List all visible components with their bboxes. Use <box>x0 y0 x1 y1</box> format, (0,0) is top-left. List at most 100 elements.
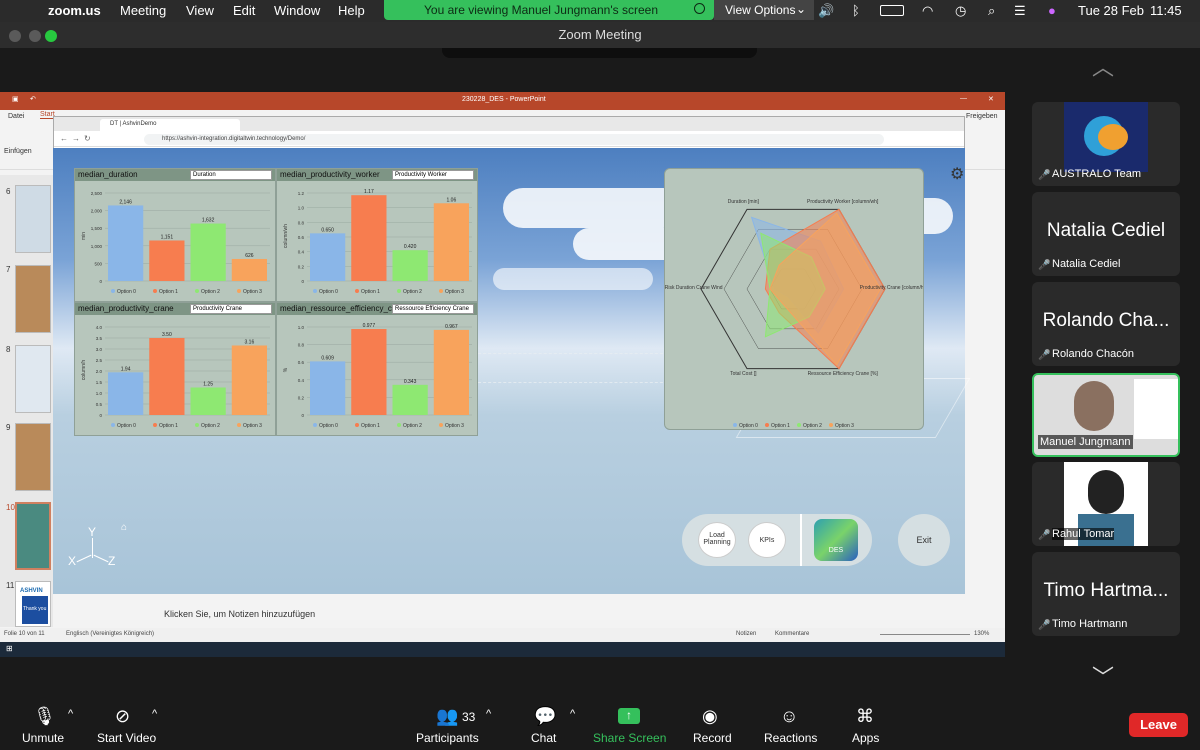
chart-dropdown[interactable]: Duration <box>190 170 272 180</box>
zoom-level[interactable]: 130% <box>974 631 989 637</box>
reactions-button[interactable]: Reactions <box>764 731 817 745</box>
share-ppt-button[interactable]: Freigeben <box>966 113 998 120</box>
slide-thumb[interactable] <box>15 265 51 333</box>
share-screen-icon[interactable]: ↑ <box>618 708 640 724</box>
comments-button[interactable]: Kommentare <box>775 631 809 637</box>
spotlight-icon[interactable]: ⌕ <box>988 3 995 19</box>
slide-thumb[interactable] <box>15 185 51 253</box>
chat-button[interactable]: Chat <box>531 731 556 745</box>
menu-meeting[interactable]: Meeting <box>120 3 166 18</box>
bluetooth-icon[interactable]: ᛒ <box>852 3 860 18</box>
undo-icon[interactable]: ↶ <box>30 95 36 103</box>
windows-start-icon[interactable]: ⊞ <box>6 644 13 653</box>
participant-tile[interactable]: Natalia Cediel 🎤 Natalia Cediel <box>1032 192 1180 276</box>
video-options-chevron-icon[interactable]: ^ <box>152 708 157 720</box>
fullscreen-window-button[interactable] <box>45 30 57 42</box>
slide-thumb[interactable] <box>15 345 51 413</box>
data-label: 626 <box>245 253 254 259</box>
participant-name: Rahul Tomar <box>1052 528 1115 540</box>
language-status[interactable]: Englisch (Vereinigtes Königreich) <box>66 631 154 637</box>
tab-datei[interactable]: Datei <box>8 113 24 120</box>
participants-icon[interactable]: 👥 <box>436 706 458 727</box>
control-center-icon[interactable]: ☰ <box>1014 3 1026 19</box>
participant-tile-active-speaker[interactable]: Manuel Jungmann <box>1032 373 1180 457</box>
unmute-button[interactable]: Unmute <box>22 731 64 745</box>
slide-thumb-active[interactable] <box>15 502 51 570</box>
bar <box>351 195 387 281</box>
home-icon[interactable]: ⌂ <box>121 522 127 533</box>
battery-icon[interactable] <box>880 5 904 16</box>
tick-label: 4.0 <box>96 325 103 330</box>
legend-swatch <box>355 423 359 427</box>
notes-pane[interactable]: Klicken Sie, um Notizen hinzuzufügen <box>148 604 1005 624</box>
share-screen-button[interactable]: Share Screen <box>593 731 666 745</box>
slide-thumb[interactable]: ASHVIN Thank you <box>15 581 51 627</box>
participants-chevron-icon[interactable]: ^ <box>486 708 491 720</box>
chat-chevron-icon[interactable]: ^ <box>570 708 575 720</box>
bar-chart-productivity-worker: 0 0.2 0.4 0.6 0.8 1.0 1.2 column/wh 0.650 1.17 0.4… <box>283 189 472 295</box>
forward-icon[interactable]: → <box>72 134 80 143</box>
participant-tile[interactable]: Timo Hartma... 🎤 Timo Hartmann <box>1032 552 1180 636</box>
tick-label: 2,500 <box>91 191 103 196</box>
apps-icon[interactable]: ⌘ <box>856 706 874 727</box>
record-icon[interactable]: ◉ <box>702 706 718 727</box>
participant-name: Rolando Chacón <box>1052 348 1134 360</box>
chart-dropdown[interactable]: Ressource Efficiency Crane <box>392 304 474 314</box>
menu-help[interactable]: Help <box>338 3 365 18</box>
chart-panel-duration: median_duration Duration 0 500 1,000 1,500 2… <box>74 168 276 302</box>
reactions-icon[interactable]: ☺ <box>780 706 798 727</box>
browser-tab[interactable]: DT | AshvinDemo <box>100 119 240 131</box>
leave-button[interactable]: Leave <box>1129 713 1188 737</box>
reload-icon[interactable]: ↻ <box>84 134 91 143</box>
video-off-icon[interactable]: ⊘ <box>115 706 130 727</box>
mic-options-chevron-icon[interactable]: ^ <box>68 708 73 720</box>
address-bar[interactable]: https://ashvin-integration.digitaltwin.t… <box>144 134 884 145</box>
data-label: 1.25 <box>203 382 213 388</box>
legend-swatch <box>355 289 359 293</box>
chart-dropdown[interactable]: Productivity Worker <box>392 170 474 180</box>
minimize-window-button[interactable] <box>29 30 41 42</box>
start-video-button[interactable]: Start Video <box>97 731 156 745</box>
scroll-down-chevron-icon[interactable]: ﹀ <box>1092 660 1114 692</box>
radar-axis-label: Duration [min] <box>728 199 760 205</box>
ppt-minimize-icon[interactable]: — <box>960 95 967 102</box>
back-icon[interactable]: ← <box>60 134 68 143</box>
status-circle-icon <box>694 3 705 14</box>
settings-gear-icon[interactable]: ⚙ <box>950 164 964 184</box>
participant-tile[interactable]: 🎤 Rahul Tomar <box>1032 462 1180 546</box>
load-planning-button[interactable]: Load Planning <box>698 522 736 558</box>
exit-button[interactable]: Exit <box>898 514 950 566</box>
participants-button[interactable]: Participants <box>416 731 479 745</box>
chart-dropdown[interactable]: Productivity Crane <box>190 304 272 314</box>
tick-label: 1,000 <box>91 244 103 249</box>
siri-icon[interactable]: ● <box>1048 3 1056 18</box>
time-machine-icon[interactable]: ◷ <box>955 3 966 19</box>
close-window-button[interactable] <box>9 30 21 42</box>
participant-tile[interactable]: Rolando Cha... 🎤 Rolando Chacón <box>1032 282 1180 366</box>
wifi-icon[interactable]: ◠ <box>922 3 933 19</box>
muted-mic-icon[interactable]: 🎙 <box>33 706 56 727</box>
participant-tile[interactable]: 🎤 AUSTRALO Team <box>1032 102 1180 186</box>
chat-icon[interactable]: 💬 <box>534 706 556 727</box>
volume-icon[interactable]: 🔊 <box>818 3 834 19</box>
notes-button[interactable]: Notizen <box>736 631 756 637</box>
app-name[interactable]: zoom.us <box>48 3 101 18</box>
kpis-button[interactable]: KPIs <box>748 522 786 558</box>
share-toolbar-handle[interactable] <box>442 48 757 58</box>
paste-label[interactable]: Einfügen <box>4 148 32 155</box>
menubar-time[interactable]: 11:45 <box>1150 3 1182 18</box>
menu-edit[interactable]: Edit <box>233 3 255 18</box>
menubar-date[interactable]: Tue 28 Feb <box>1078 3 1144 18</box>
menu-view[interactable]: View <box>186 3 214 18</box>
des-button[interactable]: DES <box>814 519 858 561</box>
ppt-close-icon[interactable]: ✕ <box>988 95 994 103</box>
zoom-slider[interactable] <box>880 634 970 635</box>
view-options-button[interactable]: View Options ⌄ <box>714 0 814 20</box>
record-button[interactable]: Record <box>693 731 732 745</box>
apps-button[interactable]: Apps <box>852 731 879 745</box>
slide-thumb[interactable] <box>15 423 51 491</box>
tick-label: 0.2 <box>298 264 305 269</box>
menu-window[interactable]: Window <box>274 3 320 18</box>
scroll-up-chevron-icon[interactable]: ︿ <box>1092 50 1114 82</box>
legend-label: Option 3 <box>835 423 854 429</box>
